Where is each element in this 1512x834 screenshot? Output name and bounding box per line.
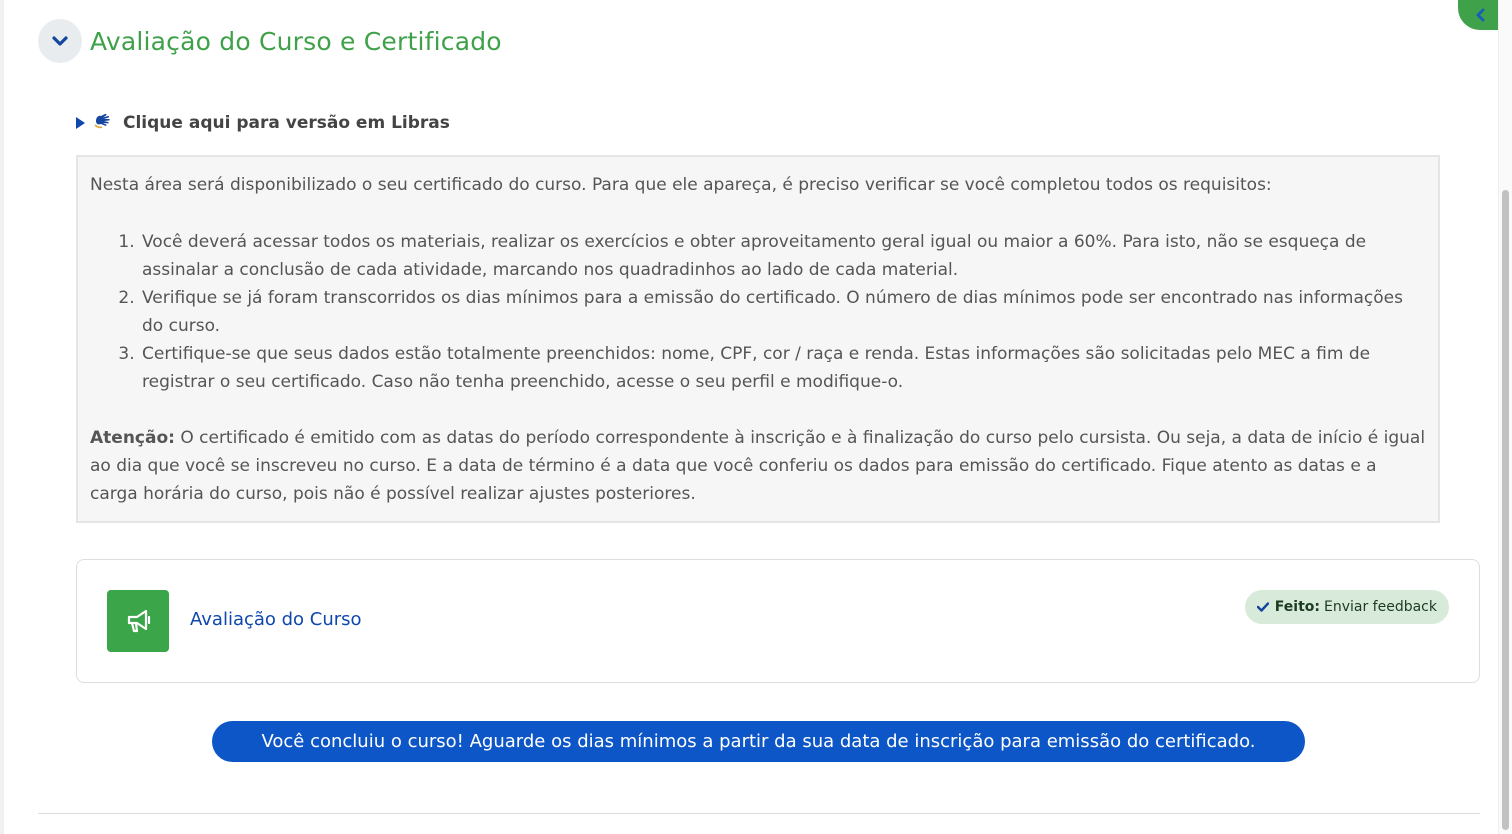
sign-language-icon (93, 111, 113, 135)
activity-link[interactable]: Avaliação do Curso (190, 609, 362, 630)
info-intro: Nesta área será disponibilizado o seu ce… (90, 175, 1272, 195)
attention-text: O certificado é emitido com as datas do … (90, 428, 1426, 504)
libras-toggle[interactable]: Clique aqui para versão em Libras (76, 110, 450, 136)
completion-status-badge: Feito: Enviar feedback (1244, 590, 1449, 624)
chevron-left-icon (1476, 8, 1485, 22)
status-text: Enviar feedback (1324, 599, 1437, 615)
status-label: Feito: (1274, 599, 1320, 615)
megaphone-icon[interactable] (107, 590, 169, 652)
requirement-item: Certifique-se que seus dados estão total… (140, 340, 1426, 396)
libras-label: Clique aqui para versão em Libras (123, 113, 450, 133)
section-header: Avaliação do Curso e Certificado (38, 18, 502, 64)
certificate-info-box: Nesta área será disponibilizado o seu ce… (76, 155, 1440, 523)
scrollbar-thumb[interactable] (1502, 190, 1509, 830)
requirement-item: Verifique se já foram transcorridos os d… (140, 284, 1426, 340)
requirements-list: Você deverá acessar todos os materiais, … (90, 228, 1426, 396)
left-border (0, 0, 4, 834)
section-title: Avaliação do Curso e Certificado (90, 26, 502, 56)
collapse-section-button[interactable] (38, 19, 82, 63)
chevron-down-icon (52, 36, 68, 46)
requirement-item: Você deverá acessar todos os materiais, … (140, 228, 1426, 284)
check-icon (1256, 602, 1269, 612)
disclosure-triangle-icon (76, 117, 85, 129)
attention-paragraph: Atenção: O certificado é emitido com as … (90, 424, 1426, 508)
activity-card: Avaliação do Curso Feito: Enviar feedbac… (76, 559, 1480, 683)
course-completed-banner: Você concluiu o curso! Aguarde os dias m… (212, 721, 1305, 762)
divider (38, 813, 1480, 814)
attention-label: Atenção: (90, 428, 175, 448)
